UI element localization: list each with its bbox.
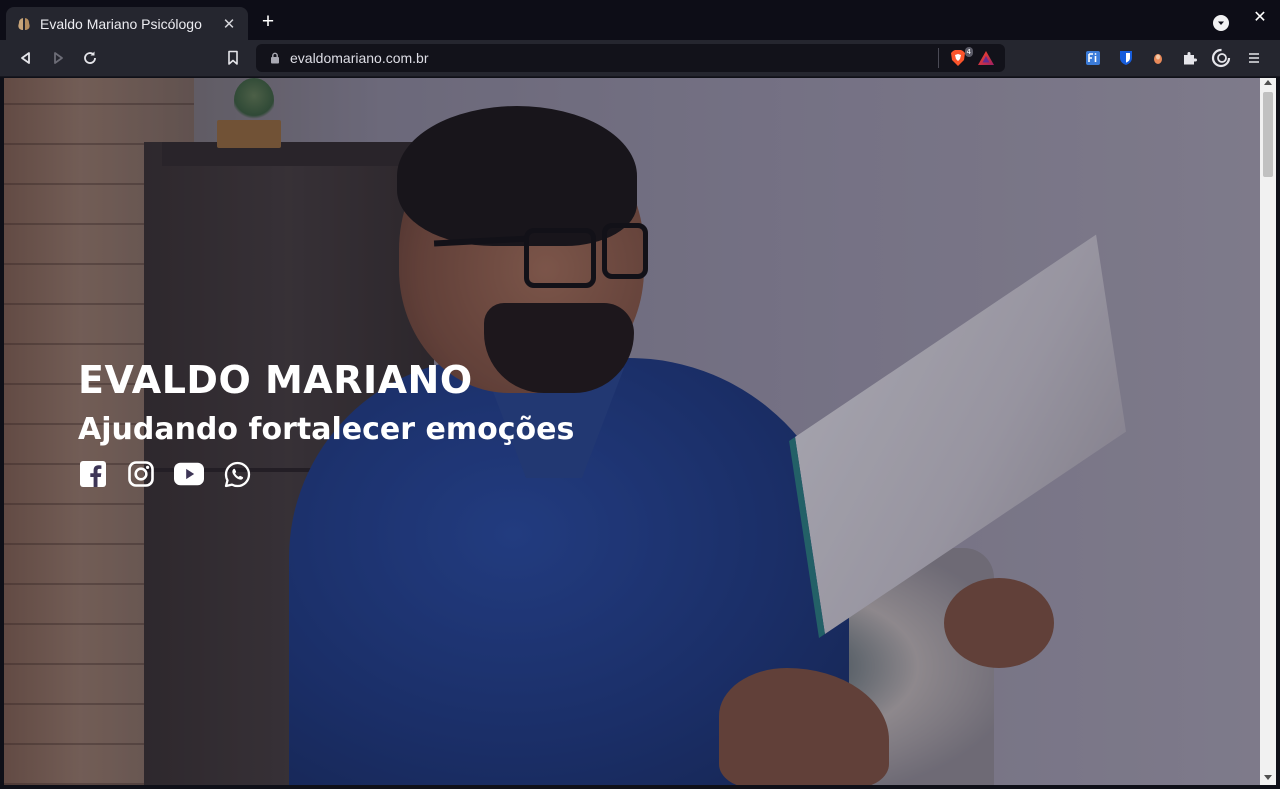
new-tab-button[interactable]: + bbox=[256, 11, 280, 35]
instagram-link[interactable] bbox=[126, 459, 156, 489]
brain-icon bbox=[16, 16, 32, 32]
address-bar[interactable]: evaldomariano.com.br 4 bbox=[256, 44, 1005, 72]
instagram-icon bbox=[128, 461, 154, 487]
brave-shields-button[interactable]: 4 bbox=[947, 47, 973, 69]
youtube-link[interactable] bbox=[174, 459, 204, 489]
back-button[interactable] bbox=[16, 48, 36, 68]
forward-icon bbox=[54, 52, 63, 64]
extension-dot-icon bbox=[1154, 54, 1162, 64]
whatsapp-icon bbox=[224, 461, 250, 487]
brave-rewards-button[interactable] bbox=[975, 47, 997, 69]
whatsapp-link[interactable] bbox=[222, 459, 252, 489]
puzzle-icon bbox=[1184, 52, 1197, 65]
scroll-down-arrow[interactable] bbox=[1264, 775, 1272, 780]
fi-extension-button[interactable] bbox=[1083, 48, 1103, 68]
profile-button[interactable] bbox=[1211, 48, 1231, 68]
tab-strip: Evaldo Mariano Psicólogo ✕ + ✕ bbox=[0, 0, 1280, 40]
url-divider bbox=[938, 48, 939, 68]
page-viewport: EVALDO MARIANO Ajudando fortalecer emoçõ… bbox=[4, 78, 1260, 785]
menu-icon bbox=[1249, 53, 1259, 63]
profile-icon bbox=[1211, 48, 1231, 68]
shield-count-badge: 4 bbox=[964, 47, 973, 57]
reload-button[interactable] bbox=[80, 48, 100, 68]
extension-dot-button[interactable] bbox=[1148, 48, 1168, 68]
social-links bbox=[78, 459, 574, 489]
facebook-link[interactable] bbox=[78, 459, 108, 489]
hero-title: EVALDO MARIANO bbox=[78, 358, 473, 402]
back-icon bbox=[21, 52, 30, 64]
bitwarden-button[interactable] bbox=[1116, 48, 1136, 68]
tab-title: Evaldo Mariano Psicólogo bbox=[40, 15, 202, 32]
browser-toolbar: evaldomariano.com.br 4 bbox=[0, 40, 1280, 77]
browser-menu-button[interactable] bbox=[1244, 48, 1264, 68]
scroll-up-arrow[interactable] bbox=[1264, 80, 1272, 85]
hero-tagline: Ajudando fortalecer emoções bbox=[78, 412, 575, 447]
fi-extension-icon bbox=[1086, 51, 1100, 65]
brave-rewards-icon bbox=[978, 51, 994, 65]
forward-button[interactable] bbox=[48, 48, 68, 68]
facebook-icon bbox=[80, 461, 106, 487]
window-close-button[interactable]: ✕ bbox=[1250, 8, 1270, 28]
tab-search-button[interactable] bbox=[1213, 15, 1229, 31]
hero-content: EVALDO MARIANO Ajudando fortalecer emoçõ… bbox=[78, 358, 574, 489]
bookmark-button[interactable] bbox=[223, 48, 243, 68]
brave-shield-icon bbox=[951, 50, 965, 66]
bitwarden-icon bbox=[1120, 51, 1132, 65]
reload-icon bbox=[84, 51, 96, 64]
scroll-thumb[interactable] bbox=[1263, 92, 1273, 177]
youtube-icon bbox=[174, 462, 204, 486]
bookmark-icon bbox=[228, 50, 238, 65]
active-tab[interactable]: Evaldo Mariano Psicólogo ✕ bbox=[6, 7, 248, 40]
page-scrollbar[interactable] bbox=[1260, 78, 1276, 785]
chevron-down-icon bbox=[1218, 21, 1224, 25]
url-text[interactable]: evaldomariano.com.br bbox=[290, 50, 938, 66]
lock-icon[interactable] bbox=[266, 52, 284, 64]
tab-close-button[interactable]: ✕ bbox=[220, 15, 238, 33]
extensions-menu-button[interactable] bbox=[1180, 48, 1200, 68]
